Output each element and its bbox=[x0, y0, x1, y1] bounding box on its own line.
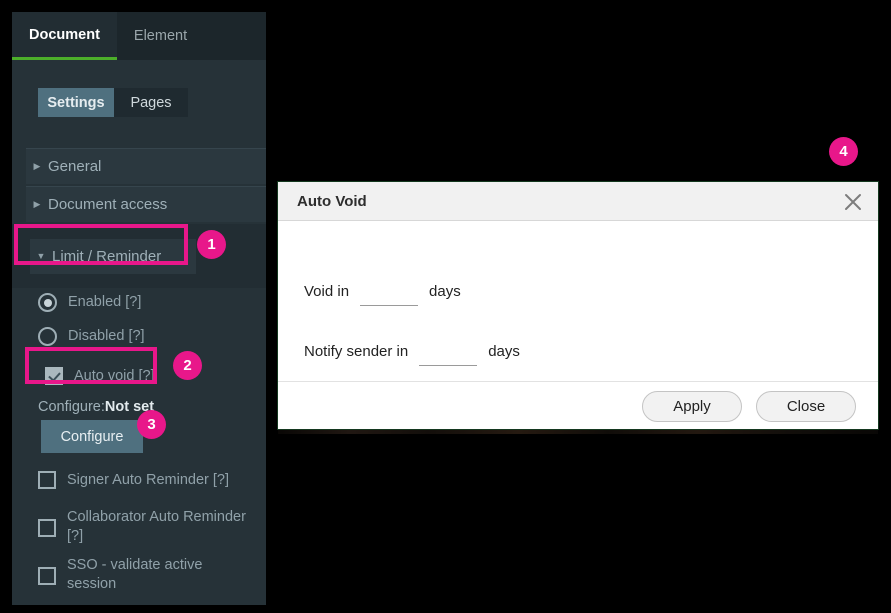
checkmark-icon bbox=[45, 367, 63, 385]
tab-settings-label: Settings bbox=[47, 94, 105, 111]
checkbox-sso-validate-active-session-label: SSO - validate active session bbox=[67, 557, 203, 592]
accordion-limit-reminder[interactable]: ▼ Limit / Reminder bbox=[30, 239, 196, 274]
tab-document-label: Document bbox=[29, 26, 100, 43]
tab-document[interactable]: Document bbox=[12, 12, 117, 60]
accordion-document-access[interactable]: ▶ Document access bbox=[26, 186, 266, 222]
configure-status: Configure:Not set bbox=[38, 399, 154, 415]
configure-status-prefix: Configure: bbox=[38, 399, 105, 415]
radio-unselected-icon bbox=[38, 327, 57, 346]
radio-selected-icon bbox=[38, 293, 57, 312]
tab-pages[interactable]: Pages bbox=[114, 88, 188, 117]
accordion-general-label: General bbox=[48, 158, 102, 175]
checkbox-collaborator-auto-reminder-label: Collaborator Auto Reminder [?] bbox=[67, 509, 246, 544]
close-icon[interactable] bbox=[842, 191, 864, 213]
void-in-label: Void in bbox=[304, 282, 350, 300]
close-button-label: Close bbox=[786, 397, 826, 415]
chevron-right-icon: ▶ bbox=[33, 161, 41, 171]
checkbox-signer-auto-reminder[interactable]: Signer Auto Reminder [?] bbox=[38, 471, 229, 490]
notify-sender-in-unit: days bbox=[488, 342, 520, 360]
document-settings-panel: Document Element Settings Pages ▶ Genera… bbox=[12, 12, 266, 605]
top-tab-strip: Document Element bbox=[12, 12, 266, 60]
field-row-notify-sender-in: Notify sender in days bbox=[304, 341, 520, 366]
annotation-badge-4: 4 bbox=[829, 137, 858, 166]
radio-enabled[interactable]: Enabled [?] bbox=[38, 293, 141, 312]
checkbox-empty-icon bbox=[38, 567, 56, 585]
checkbox-empty-icon bbox=[38, 471, 56, 489]
tab-settings[interactable]: Settings bbox=[38, 88, 114, 117]
checkbox-sso-validate-active-session[interactable]: SSO - validate active session bbox=[38, 556, 247, 594]
notify-sender-in-input[interactable] bbox=[419, 345, 478, 366]
checkbox-collaborator-auto-reminder[interactable]: Collaborator Auto Reminder [?] bbox=[38, 508, 247, 546]
checkbox-signer-auto-reminder-label: Signer Auto Reminder [?] bbox=[67, 472, 230, 488]
sub-tab-row: Settings Pages bbox=[12, 60, 266, 120]
tab-element[interactable]: Element bbox=[117, 12, 204, 60]
radio-enabled-label: Enabled [?] bbox=[68, 294, 142, 310]
auto-void-dialog: Auto Void Void in days Notify sender in … bbox=[277, 181, 879, 430]
dialog-footer: Apply Close bbox=[278, 381, 878, 430]
tab-element-label: Element bbox=[133, 28, 188, 44]
checkbox-auto-void-label: Auto void [?] bbox=[74, 368, 155, 384]
close-button[interactable]: Close bbox=[756, 390, 856, 422]
accordion-general[interactable]: ▶ General bbox=[26, 148, 266, 184]
field-row-void-in: Void in days bbox=[304, 281, 461, 306]
apply-button[interactable]: Apply bbox=[642, 390, 742, 422]
chevron-down-icon: ▼ bbox=[36, 251, 46, 261]
radio-disabled[interactable]: Disabled [?] bbox=[38, 327, 145, 346]
accordion-limit-reminder-label: Limit / Reminder bbox=[52, 248, 162, 265]
dialog-body: Void in days Notify sender in days bbox=[278, 221, 878, 381]
notify-sender-in-label: Notify sender in bbox=[304, 342, 409, 360]
configure-button[interactable]: Configure bbox=[41, 420, 143, 453]
checkbox-auto-void[interactable]: Auto void [?] bbox=[45, 367, 155, 386]
apply-button-label: Apply bbox=[673, 397, 711, 415]
radio-disabled-label: Disabled [?] bbox=[68, 328, 145, 344]
configure-button-label: Configure bbox=[60, 428, 124, 445]
configure-status-value: Not set bbox=[104, 399, 155, 415]
dialog-header: Auto Void bbox=[278, 182, 878, 221]
void-in-unit: days bbox=[429, 282, 461, 300]
tab-pages-label: Pages bbox=[130, 94, 172, 111]
accordion-document-access-label: Document access bbox=[48, 196, 168, 213]
chevron-right-icon: ▶ bbox=[33, 199, 41, 209]
checkbox-empty-icon bbox=[38, 519, 56, 537]
void-in-input[interactable] bbox=[360, 285, 419, 306]
dialog-title: Auto Void bbox=[297, 192, 367, 210]
